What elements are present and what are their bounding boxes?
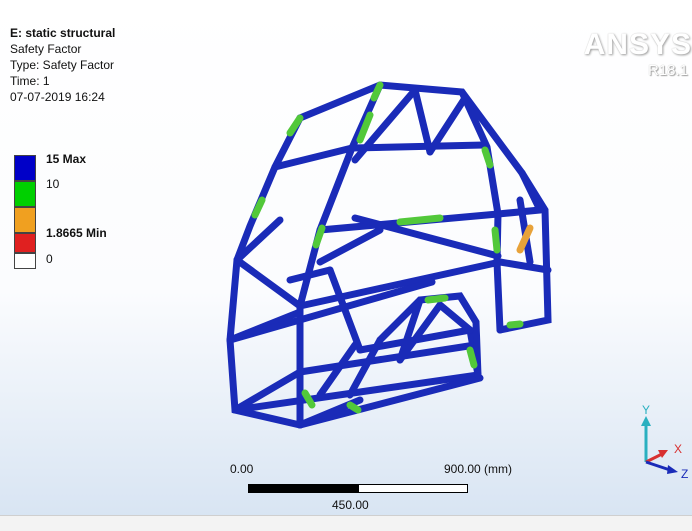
result-type: Type: Safety Factor (10, 58, 115, 72)
analysis-title: E: static structural (10, 26, 116, 40)
scale-label-left: 0.00 (230, 462, 254, 476)
legend-label-min: 1.8665 Min (46, 226, 107, 240)
roll-cage-model[interactable] (210, 70, 570, 450)
legend-swatch-0 (14, 233, 36, 253)
result-info: E: static structural Safety Factor Type:… (10, 25, 115, 105)
result-time: Time: 1 (10, 74, 50, 88)
triad-z-label: Z (681, 467, 688, 481)
status-strip (0, 515, 692, 531)
legend-label-10: 10 (46, 177, 60, 191)
legend-label-0: 0 (46, 252, 53, 266)
scale-bar: 0.00 900.00 (mm) 450.00 (230, 462, 550, 512)
legend-swatch-10 (14, 181, 36, 207)
legend-label-max: 15 Max (46, 152, 87, 166)
legend-swatch-below (14, 253, 36, 269)
legend-swatch-min (14, 207, 36, 233)
result-name: Safety Factor (10, 42, 82, 56)
triad-y-label: Y (642, 403, 650, 417)
scale-label-right: 900.00 (mm) (444, 462, 513, 476)
logo-name: ANSYS (583, 28, 692, 61)
contour-legend[interactable]: 15 Max 10 1.8665 Min 0 (14, 152, 134, 275)
scale-ruler (248, 484, 468, 493)
scale-label-mid: 450.00 (332, 498, 369, 512)
axis-triad[interactable]: Y X Z (634, 402, 692, 482)
legend-swatch-max (14, 155, 36, 181)
graphics-viewport[interactable]: E: static structural Safety Factor Type:… (0, 0, 692, 515)
ansys-logo: ANSYS R18.1 (584, 28, 692, 79)
result-datetime: 07-07-2019 16:24 (10, 90, 105, 104)
triad-x-label: X (674, 442, 682, 456)
logo-version: R18.1 (647, 62, 688, 79)
